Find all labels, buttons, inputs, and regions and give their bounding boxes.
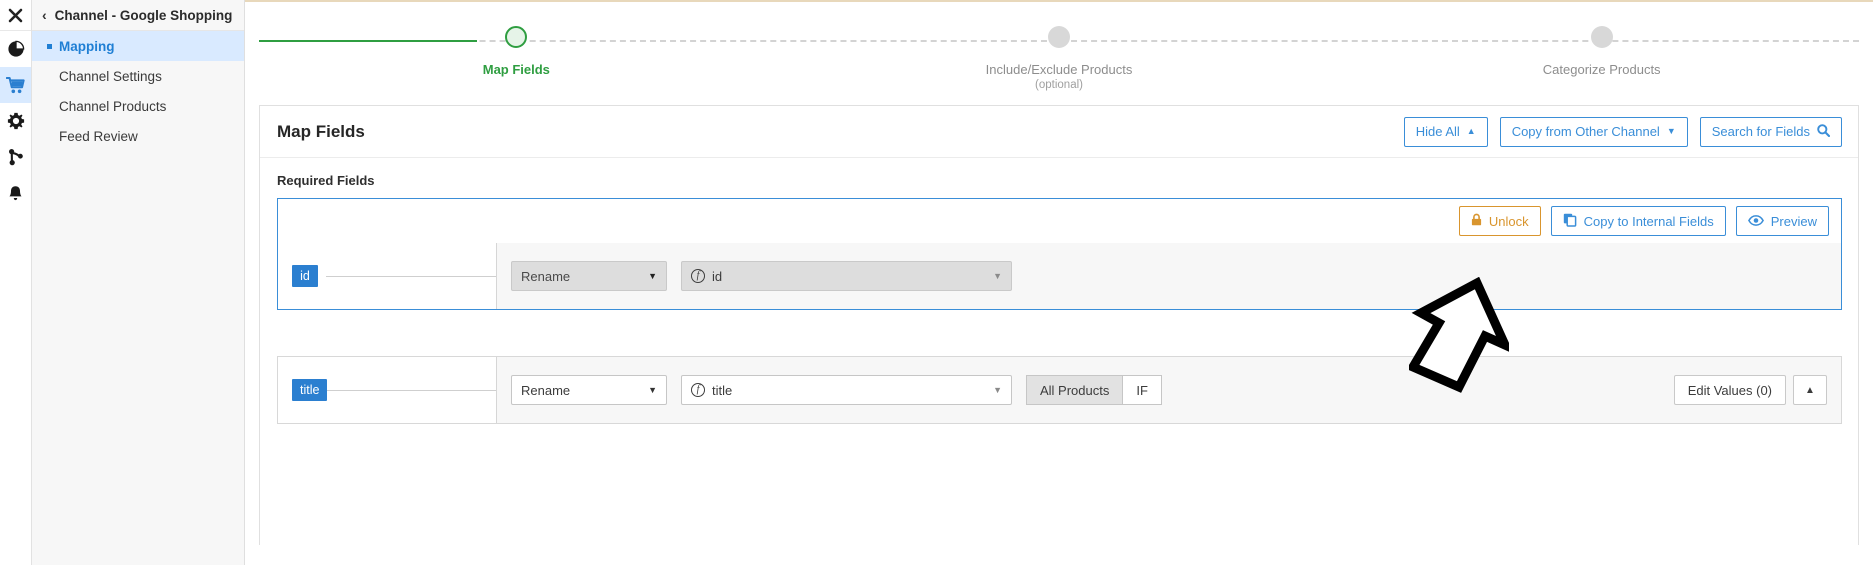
- chevron-down-icon: ▼: [648, 271, 657, 281]
- copy-from-other-channel-label: Copy from Other Channel: [1512, 124, 1660, 139]
- mapped-value-text: id: [712, 269, 722, 284]
- map-row-body: id Rename ▼ f id ▼: [278, 243, 1841, 309]
- map-fields-card-header: Map Fields Hide All ▲ Copy from Other Ch…: [260, 106, 1858, 158]
- step-dot-icon: [1048, 26, 1070, 48]
- step-label: Map Fields: [483, 62, 550, 77]
- operation-select-value: Rename: [521, 269, 570, 284]
- step-sublabel: (optional): [1035, 79, 1083, 91]
- sidebar-item-feed-review[interactable]: Feed Review: [32, 121, 244, 151]
- source-field-column: title: [278, 357, 496, 423]
- main-content: Map Fields Include/Exclude Products (opt…: [245, 0, 1873, 565]
- unlock-button[interactable]: Unlock: [1459, 206, 1541, 236]
- sidebar-item-label: Channel Products: [59, 99, 166, 114]
- notifications-rail-button[interactable]: [0, 175, 31, 211]
- product-scope-toggle: All Products IF: [1026, 375, 1162, 405]
- chevron-left-icon: ‹: [42, 8, 47, 22]
- map-row-actions: Unlock Copy to Internal Fields: [278, 199, 1841, 243]
- bell-icon: [7, 185, 24, 202]
- step-dot-icon: [1591, 26, 1613, 48]
- source-field-column: id: [278, 243, 496, 309]
- sidebar-item-label: Channel Settings: [59, 69, 162, 84]
- pie-chart-icon: [7, 40, 25, 58]
- preview-button[interactable]: Preview: [1736, 206, 1829, 236]
- operation-select-title[interactable]: Rename ▼: [511, 375, 667, 405]
- row-right-actions: Edit Values (0) ▲: [1674, 375, 1827, 405]
- channel-sidebar: ‹ Channel - Google Shopping... Mapping C…: [32, 0, 245, 565]
- application-window: ‹ Channel - Google Shopping... Mapping C…: [0, 0, 1873, 565]
- mapping-connector-line: [326, 276, 496, 277]
- step-label: Include/Exclude Products: [986, 62, 1133, 77]
- branch-icon: [7, 148, 25, 166]
- sidebar-back-header[interactable]: ‹ Channel - Google Shopping...: [32, 0, 244, 31]
- map-row-body: title Rename ▼ f title ▼: [278, 357, 1841, 423]
- chevron-down-icon: ▼: [648, 385, 657, 395]
- collapse-row-button[interactable]: ▲: [1793, 375, 1827, 405]
- toggle-all-products[interactable]: All Products: [1026, 375, 1123, 405]
- sidebar-item-channel-products[interactable]: Channel Products: [32, 91, 244, 121]
- chevron-down-icon: ▼: [993, 271, 1002, 281]
- mapping-controls: Rename ▼ f id ▼: [497, 243, 1841, 309]
- lock-icon: [1471, 213, 1482, 229]
- close-icon: [7, 7, 24, 24]
- chevron-down-icon: ▼: [993, 385, 1002, 395]
- shopping-cart-icon: [6, 76, 25, 94]
- mapping-controls: Rename ▼ f title ▼ All Products: [497, 357, 1841, 423]
- page-title: Map Fields: [277, 122, 365, 142]
- search-for-fields-label: Search for Fields: [1712, 124, 1810, 139]
- gear-icon: [7, 112, 25, 130]
- sidebar-title: Channel - Google Shopping...: [55, 8, 232, 23]
- integrations-rail-button[interactable]: [0, 139, 31, 175]
- hide-all-button[interactable]: Hide All ▲: [1404, 117, 1488, 147]
- field-badge-id[interactable]: id: [292, 265, 318, 287]
- map-row-title[interactable]: title Rename ▼ f title ▼: [277, 356, 1842, 424]
- dashboard-rail-button[interactable]: [0, 31, 31, 67]
- field-badge-title[interactable]: title: [292, 379, 327, 401]
- operation-select-id[interactable]: Rename ▼: [511, 261, 667, 291]
- map-fields-card: Map Fields Hide All ▲ Copy from Other Ch…: [259, 105, 1859, 545]
- map-row-id[interactable]: Unlock Copy to Internal Fields: [277, 198, 1842, 310]
- unlock-label: Unlock: [1489, 214, 1529, 229]
- caret-up-icon: ▲: [1467, 127, 1476, 136]
- icon-rail: [0, 0, 32, 565]
- required-fields-label: Required Fields: [260, 158, 1858, 198]
- row-spacer: [260, 310, 1858, 356]
- caret-down-icon: ▼: [1667, 127, 1676, 136]
- step-dot-icon: [505, 26, 527, 48]
- copy-icon: [1563, 213, 1577, 230]
- mapped-value-field-id[interactable]: f id ▼: [681, 261, 1012, 291]
- settings-rail-button[interactable]: [0, 103, 31, 139]
- mapped-value-text: title: [712, 383, 732, 398]
- channels-rail-button[interactable]: [0, 67, 31, 103]
- wizard-stepper: Map Fields Include/Exclude Products (opt…: [245, 2, 1873, 105]
- edit-values-button[interactable]: Edit Values (0): [1674, 375, 1786, 405]
- caret-up-icon: ▲: [1805, 385, 1815, 396]
- toggle-if[interactable]: IF: [1123, 375, 1162, 405]
- search-for-fields-button[interactable]: Search for Fields: [1700, 117, 1842, 147]
- sidebar-item-label: Feed Review: [59, 129, 138, 144]
- mapped-value-field-title[interactable]: f title ▼: [681, 375, 1012, 405]
- step-map-fields[interactable]: Map Fields: [245, 26, 788, 106]
- hide-all-label: Hide All: [1416, 124, 1460, 139]
- copy-from-other-channel-button[interactable]: Copy from Other Channel ▼: [1500, 117, 1688, 147]
- sidebar-item-mapping[interactable]: Mapping: [32, 31, 244, 61]
- eye-icon: [1748, 214, 1764, 229]
- card-header-actions: Hide All ▲ Copy from Other Channel ▼ Sea…: [1404, 117, 1842, 147]
- step-categorize-products[interactable]: Categorize Products: [1330, 26, 1873, 106]
- copy-to-internal-fields-button[interactable]: Copy to Internal Fields: [1551, 206, 1726, 236]
- step-label: Categorize Products: [1543, 62, 1661, 77]
- close-icon-button[interactable]: [0, 0, 31, 31]
- mapping-connector-line: [326, 390, 496, 391]
- function-icon: f: [691, 269, 705, 283]
- search-icon: [1817, 124, 1830, 140]
- function-icon: f: [691, 383, 705, 397]
- operation-select-value: Rename: [521, 383, 570, 398]
- preview-label: Preview: [1771, 214, 1817, 229]
- sidebar-item-channel-settings[interactable]: Channel Settings: [32, 61, 244, 91]
- step-include-exclude-products[interactable]: Include/Exclude Products (optional): [788, 26, 1331, 106]
- sidebar-item-label: Mapping: [59, 39, 115, 54]
- copy-to-internal-fields-label: Copy to Internal Fields: [1584, 214, 1714, 229]
